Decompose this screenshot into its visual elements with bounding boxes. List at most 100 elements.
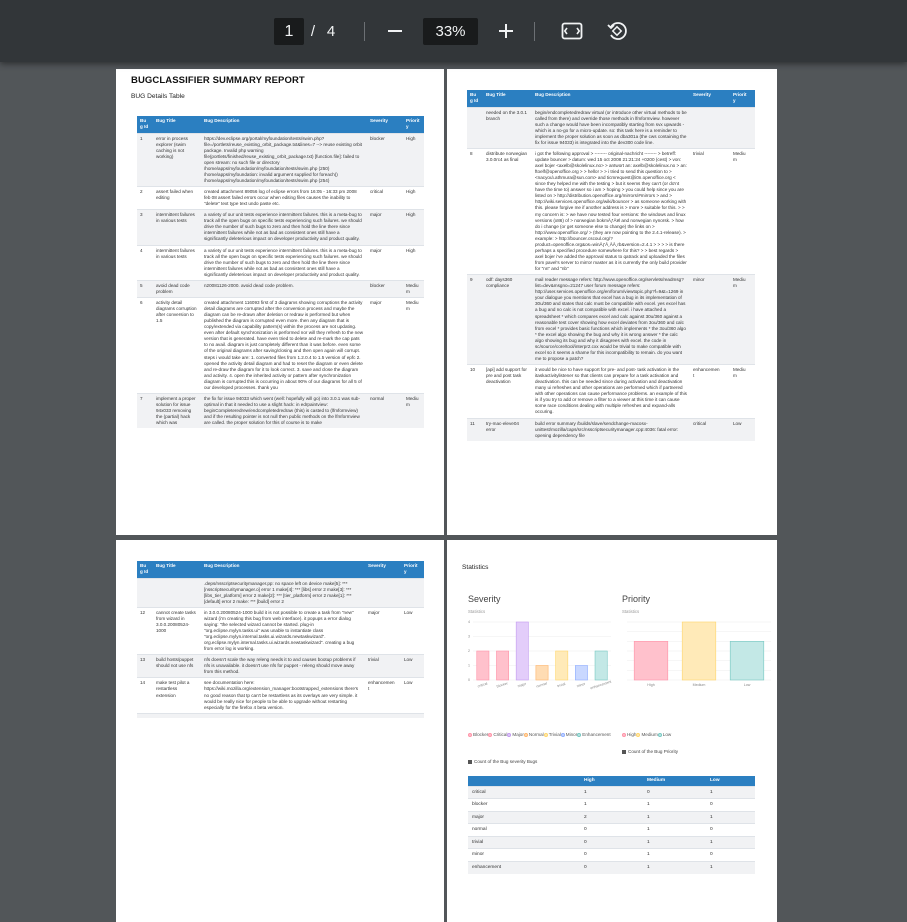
bug-id-cell [467,106,483,149]
bar [729,641,765,681]
bug-id-cell: 6 [137,296,153,394]
priority-bar-chart: High Medium Low [627,621,771,687]
stat-cell: 1 [580,785,643,799]
legend-item[interactable]: Trivial [543,732,561,737]
table-row: 2 assert failed when editing created attac… [137,185,424,210]
priority-chart-title: Priority [622,594,651,604]
bug-priority-cell: Low [401,654,424,678]
table-row: 1 error in process explorer (swim caching… [137,132,424,187]
bug-severity-cell [365,712,401,718]
bug-priority-cell [401,712,424,718]
bug-priority-cell: Low [401,677,424,714]
bar [633,641,669,681]
bug-description-cell: created attachment 89056 log of eclipse … [201,185,367,210]
stat-cell: 0 [643,785,706,799]
stat-col-header [468,776,580,786]
current-page-input[interactable]: 1 [274,18,304,45]
bug-description-cell: a variety of our unit tests experience i… [201,209,367,245]
stat-cell: 1 [643,798,706,811]
bug-priority-cell: High [403,244,424,281]
stat-col-header: High [580,776,643,786]
rotate-button[interactable] [602,16,632,46]
stat-row-label: major [468,810,580,824]
legend-swatch [468,732,472,737]
legend-label: Medium [641,732,658,737]
bug-severity-cell [365,577,401,608]
stat-row: minor 0 1 0 [468,848,755,861]
col-header-id: Bu g Id [137,561,153,578]
col-header-title: Bug Title [153,561,201,578]
legend-item[interactable]: Medium [636,732,658,737]
severity-chart-subtitle: Statistics [468,609,486,614]
legend-item[interactable]: Normal [523,732,544,737]
bug-id-cell: 10 [467,364,483,418]
table-row: 11 try-mac-eleve04 error build error summa… [467,417,755,441]
legend-item[interactable]: High [622,732,636,737]
bug-severity-cell: enhancemen t [690,364,730,418]
stat-row: critical 1 0 1 [468,785,755,799]
stat-cell: 1 [706,835,755,849]
stat-cell: 1 [643,860,706,874]
bar [575,665,588,681]
bug-severity-cell: enhancemen t [365,677,401,714]
pdf-page-2: Bu g Id Bug Title Bug Description Severi… [447,69,777,535]
rotate-icon [607,22,627,40]
bug-title-cell [153,577,201,608]
bug-description-cell: n20081126-2000. avoid dead code problem. [201,279,367,298]
priority-legend: High Medium Low [622,732,772,738]
legend-item[interactable]: Minor [560,732,578,737]
bug-description-cell: build error summary /builds/slave/sendch… [532,417,690,441]
legend-item[interactable]: Critical [488,732,507,737]
fit-to-page-button[interactable] [557,16,587,46]
zoom-in-button[interactable] [491,16,521,46]
x-tick-label: High [647,683,654,687]
legend-item[interactable]: Enhancement [577,732,611,737]
stat-row-label: normal [468,823,580,836]
stat-cell: 2 [580,810,643,824]
stat-cell: 0 [580,848,643,861]
y-tick-label: 4 [468,620,470,624]
zoom-out-button[interactable] [380,16,410,46]
legend-item[interactable]: Blocker [468,732,488,737]
bug-severity-cell: trivial [690,147,730,275]
bug-title-cell: avoid dead code problem [153,279,201,298]
legend-label: Blocker [473,732,489,737]
bug-priority-cell: High [403,185,424,210]
plus-icon [499,24,513,38]
stat-row: normal 0 1 0 [468,823,755,836]
bar [476,650,490,681]
col-header-priority: Priorit y [403,116,424,133]
table-row: 12 cannot create tasks from wizard in 3.0… [137,606,424,655]
table-row: 9 odf: days360 compliance mail reader mess… [467,274,755,365]
total-pages: 4 [326,23,336,40]
x-tick-label: major [517,682,528,689]
bug-id-cell: 14 [137,677,153,714]
bug-title-cell: assert failed when editing [153,185,201,210]
col-header-priority: Priorit y [401,561,424,578]
legend-item[interactable]: Low [657,732,671,737]
bug-id-cell: 12 [137,606,153,655]
stat-cell: 0 [706,823,755,836]
legend-label: Trivial [548,732,561,737]
bug-title-cell: activity detail diagrams corruption afte… [153,296,201,394]
minus-icon [388,30,402,32]
table-row: 4 intermittent failures in various tests a… [137,244,424,281]
legend-swatch [507,732,512,737]
legend-swatch [488,732,493,737]
legend-item[interactable]: Major [507,732,524,737]
stat-cell: 1 [643,810,706,824]
stat-cell: 0 [706,848,755,861]
bug-severity-cell: major [367,209,403,245]
bug-title-cell: make test pilot a restartless extension [153,677,201,714]
severity-legend: Blocker Critical Major Normal Trivial Minor En… [468,732,618,738]
severity-bar-chart: 0 1 2 3 4 critical blocker major normal trivial mi… [468,620,612,690]
bar [681,621,717,681]
bug-description-cell: the fix for issue 94033 which went (well… [201,392,367,429]
legend-label: Minor [565,732,578,737]
bug-priority-cell [730,106,755,149]
zoom-level-input[interactable]: 33% [423,18,478,45]
toolbar-divider [364,22,365,41]
stat-cell: 1 [580,798,643,811]
bug-id-cell: 13 [137,654,153,678]
stat-row: blocker 1 1 0 [468,798,755,811]
